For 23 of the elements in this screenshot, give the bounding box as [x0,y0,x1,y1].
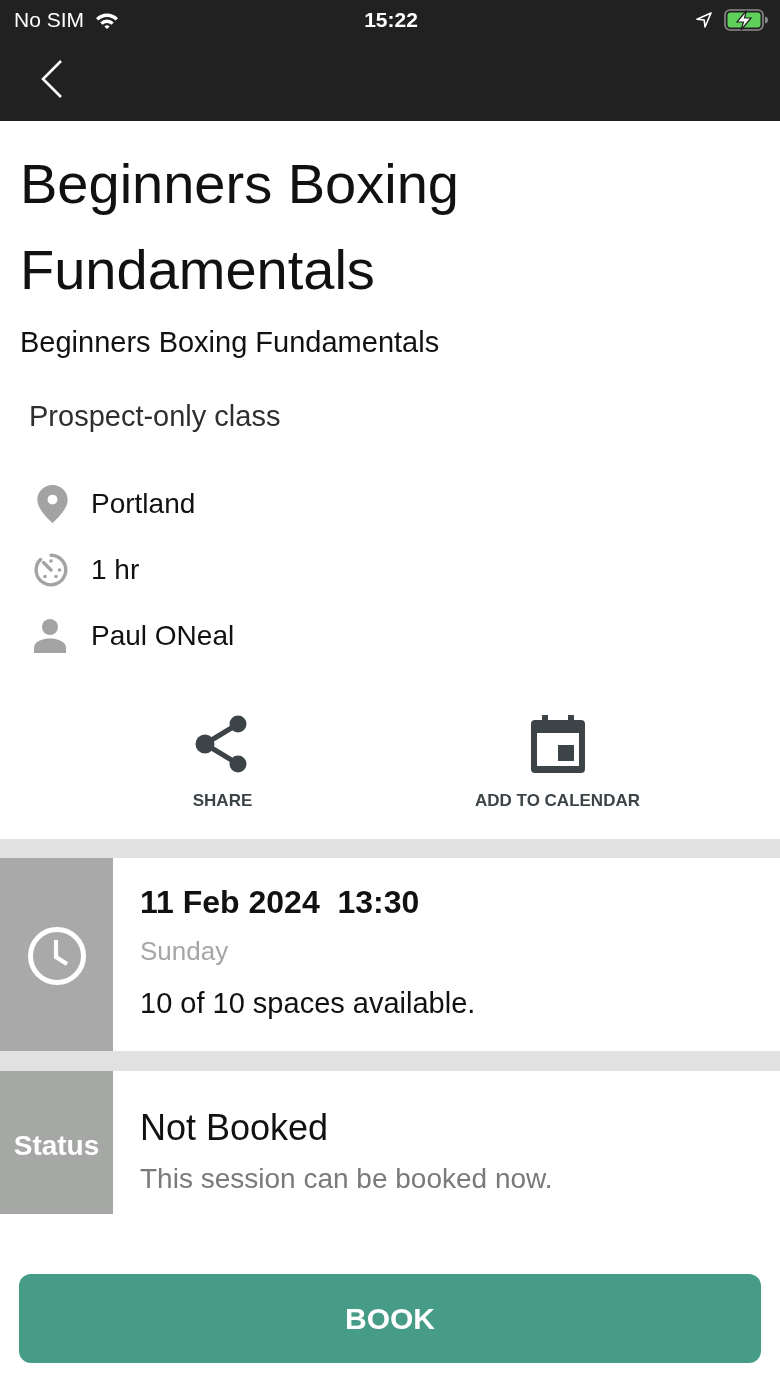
detail-text: Paul ONeal [91,619,235,653]
class-title: Beginners Boxing Fundamentals [20,151,460,303]
wifi-icon [95,11,119,29]
class-subtitle: Beginners Boxing Fundamentals [20,325,440,360]
timer-icon [34,553,68,587]
booking-status: Not Booked [140,1106,329,1150]
share-button[interactable]: SHARE [192,715,253,812]
location-pin-icon [37,485,68,523]
location-arrow-icon [696,12,712,28]
person-icon [34,619,66,653]
detail-text: Portland [91,487,196,521]
clock-icon [26,925,87,986]
session-day: Sunday [140,934,229,968]
class-type-label: Prospect-only class [29,399,281,434]
availability-text: 10 of 10 spaces available. [140,986,476,1021]
clock-time: 15:22 [364,8,418,32]
session-date: 11 Feb 2024 13:30 [140,883,420,922]
status-description: This session can be booked now. [140,1162,553,1196]
status-label: Status [0,1071,113,1214]
detail-text: 1 hr [91,553,140,587]
calendar-icon [530,715,585,773]
add-to-calendar-button[interactable]: ADD TO CALENDAR [475,715,640,812]
carrier-label: No SIM [14,8,84,32]
